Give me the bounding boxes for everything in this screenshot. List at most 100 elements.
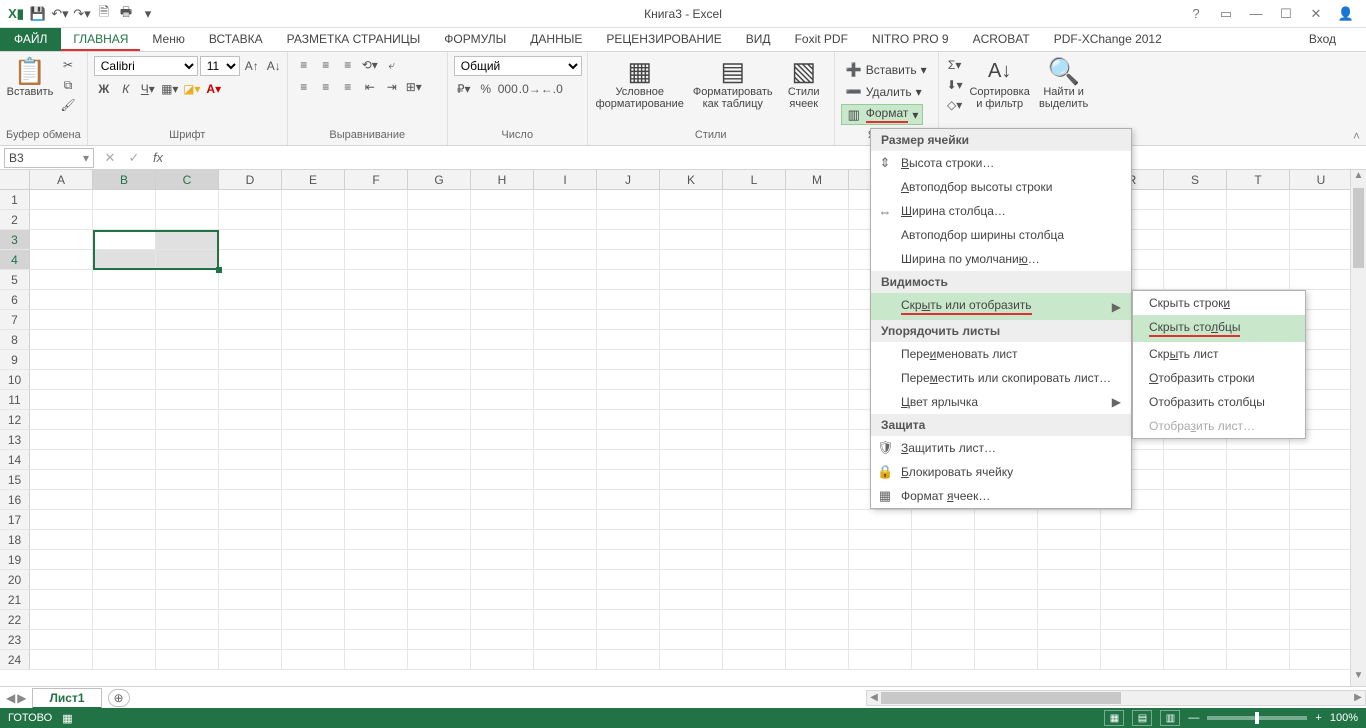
cell[interactable] [30, 510, 93, 530]
cell[interactable] [660, 610, 723, 630]
cell[interactable] [1164, 510, 1227, 530]
cell[interactable] [849, 630, 912, 650]
cell[interactable] [1164, 250, 1227, 270]
cell[interactable] [597, 330, 660, 350]
help-icon[interactable]: ? [1184, 4, 1208, 24]
submenu-unhide-rows[interactable]: Отобразить строки [1133, 366, 1305, 390]
row-header[interactable]: 9 [0, 350, 30, 370]
cell[interactable] [30, 570, 93, 590]
cell[interactable] [408, 430, 471, 450]
cell[interactable] [1290, 270, 1353, 290]
cell[interactable] [156, 550, 219, 570]
cell[interactable] [282, 410, 345, 430]
sheet-tab[interactable]: Лист1 [32, 688, 101, 709]
cell[interactable] [282, 570, 345, 590]
cell[interactable] [282, 310, 345, 330]
cell[interactable] [1290, 490, 1353, 510]
cell[interactable] [723, 430, 786, 450]
zoom-in-icon[interactable]: + [1315, 712, 1321, 724]
cell[interactable] [786, 490, 849, 510]
cell[interactable] [282, 350, 345, 370]
cell[interactable] [93, 210, 156, 230]
cell[interactable] [1038, 590, 1101, 610]
cell[interactable] [345, 310, 408, 330]
cell[interactable] [849, 570, 912, 590]
align-top-icon[interactable]: ≡ [294, 56, 314, 74]
cell[interactable] [93, 230, 156, 250]
cell[interactable] [975, 510, 1038, 530]
row-header[interactable]: 20 [0, 570, 30, 590]
cell[interactable] [219, 250, 282, 270]
cell[interactable] [219, 650, 282, 670]
cell-styles-button[interactable]: ▧Стили ячеек [780, 56, 828, 110]
cell[interactable] [597, 290, 660, 310]
border-button[interactable]: ▦▾ [160, 80, 180, 98]
cell[interactable] [30, 470, 93, 490]
row-header[interactable]: 10 [0, 370, 30, 390]
cell[interactable] [219, 410, 282, 430]
cell[interactable] [534, 390, 597, 410]
cell[interactable] [471, 450, 534, 470]
cell[interactable] [1290, 470, 1353, 490]
menu-protect-sheet[interactable]: 🛡Защитить лист… [871, 436, 1131, 460]
cell[interactable] [93, 610, 156, 630]
cell[interactable] [1227, 190, 1290, 210]
selection-handle[interactable] [216, 267, 222, 273]
cell[interactable] [1227, 470, 1290, 490]
cell[interactable] [786, 530, 849, 550]
fx-icon[interactable]: fx [146, 150, 170, 165]
cell[interactable] [1101, 550, 1164, 570]
cell[interactable] [30, 330, 93, 350]
cell[interactable] [1290, 650, 1353, 670]
column-header[interactable]: M [786, 170, 849, 189]
cell[interactable] [1164, 230, 1227, 250]
cell[interactable] [1164, 590, 1227, 610]
enter-formula-icon[interactable]: ✓ [122, 150, 146, 166]
cell[interactable] [534, 570, 597, 590]
cell[interactable] [534, 350, 597, 370]
cell[interactable] [282, 290, 345, 310]
cell[interactable] [786, 210, 849, 230]
cell[interactable] [597, 450, 660, 470]
cell[interactable] [219, 190, 282, 210]
column-header[interactable]: H [471, 170, 534, 189]
bold-button[interactable]: Ж [94, 80, 114, 98]
cell[interactable] [408, 510, 471, 530]
cell[interactable] [1290, 570, 1353, 590]
cell[interactable] [408, 490, 471, 510]
cell[interactable] [345, 230, 408, 250]
cell[interactable] [156, 310, 219, 330]
cell[interactable] [93, 310, 156, 330]
cell[interactable] [1290, 590, 1353, 610]
cell[interactable] [660, 390, 723, 410]
cell[interactable] [30, 390, 93, 410]
cell[interactable] [1164, 570, 1227, 590]
cell[interactable] [471, 390, 534, 410]
cell[interactable] [534, 450, 597, 470]
cell[interactable] [30, 410, 93, 430]
cell[interactable] [912, 550, 975, 570]
italic-button[interactable]: К [116, 80, 136, 98]
cell[interactable] [1227, 610, 1290, 630]
cell[interactable] [345, 610, 408, 630]
cell[interactable] [660, 490, 723, 510]
cell[interactable] [345, 570, 408, 590]
cell[interactable] [471, 570, 534, 590]
increase-indent-icon[interactable]: ⇥ [382, 78, 402, 96]
cell[interactable] [282, 190, 345, 210]
tab-review[interactable]: РЕЦЕНЗИРОВАНИЕ [594, 28, 733, 51]
number-format-select[interactable]: Общий [454, 56, 582, 76]
row-header[interactable]: 1 [0, 190, 30, 210]
cell[interactable] [912, 610, 975, 630]
decrease-font-icon[interactable]: A↓ [264, 57, 284, 75]
cell[interactable] [30, 530, 93, 550]
cell[interactable] [408, 230, 471, 250]
cell[interactable] [1164, 450, 1227, 470]
cell[interactable] [156, 650, 219, 670]
cell[interactable] [912, 570, 975, 590]
cell[interactable] [471, 410, 534, 430]
cell[interactable] [975, 530, 1038, 550]
cell[interactable] [660, 450, 723, 470]
cell[interactable] [786, 510, 849, 530]
cell[interactable] [93, 410, 156, 430]
